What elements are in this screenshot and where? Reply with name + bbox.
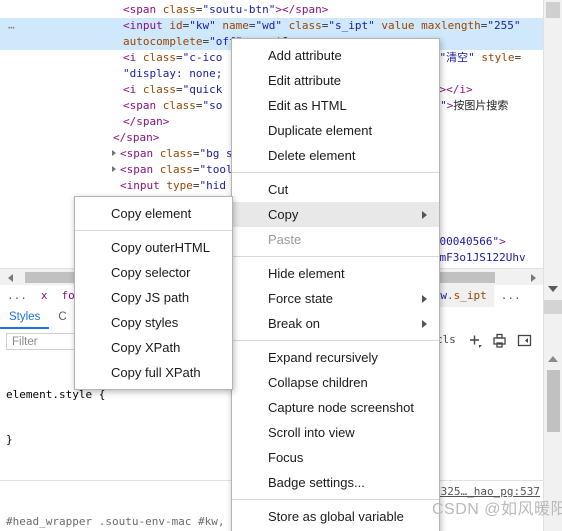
menu-item-label: Copy selector: [111, 265, 191, 280]
menu-item-capture-node-screenshot[interactable]: Capture node screenshot: [232, 395, 439, 420]
menu-item-label: Store as global variable: [268, 509, 404, 524]
menu-item-label: Copy XPath: [111, 340, 181, 355]
menu-item-label: Cut: [268, 182, 289, 197]
menu-item-label: Copy element: [111, 206, 192, 221]
menu-item-label: Force state: [268, 291, 334, 306]
menu-item-copy-xpath[interactable]: Copy XPath: [75, 335, 232, 360]
tab-styles[interactable]: Styles: [0, 307, 50, 329]
menu-item-focus[interactable]: Focus: [232, 445, 439, 470]
menu-item-label: Collapse children: [268, 375, 368, 390]
tab-active-underline: [0, 327, 50, 329]
submenu-arrow-icon: [422, 211, 427, 219]
tab-styles-label: Styles: [9, 311, 41, 323]
menu-item-copy-full-xpath[interactable]: Copy full XPath: [75, 360, 232, 385]
submenu-arrow-icon: [422, 295, 427, 303]
expand-triangle-icon[interactable]: [112, 150, 116, 156]
menu-item-badge-settings[interactable]: Badge settings...: [232, 470, 439, 495]
menu-item-label: Badge settings...: [268, 475, 365, 490]
menu-item-copy[interactable]: Copy: [232, 202, 439, 227]
menu-item-label: Edit attribute: [268, 73, 341, 88]
menu-separator: [232, 340, 439, 341]
menu-item-label: Paste: [268, 232, 302, 247]
menu-separator: [232, 172, 439, 173]
menu-item-break-on[interactable]: Break on: [232, 311, 439, 336]
menu-item-cut[interactable]: Cut: [232, 177, 439, 202]
menu-item-add-attribute[interactable]: Add attribute: [232, 43, 439, 68]
menu-item-label: Expand recursively: [268, 350, 378, 365]
tab-computed[interactable]: C: [49, 307, 75, 326]
plus-icon[interactable]: [466, 332, 483, 349]
panel-toggle-icon[interactable]: [516, 332, 533, 349]
copy-submenu[interactable]: Copy element Copy outerHTML Copy selector C…: [74, 196, 233, 390]
menu-item-copy-js-path[interactable]: Copy JS path: [75, 285, 232, 310]
styles-toolbar: :cls: [429, 332, 538, 349]
scroll-left-arrow-icon[interactable]: [8, 274, 13, 282]
menu-item-force-state[interactable]: Force state: [232, 286, 439, 311]
scroll-right-arrow-icon[interactable]: [531, 274, 536, 282]
menu-item-label: Hide element: [268, 266, 345, 281]
print-icon[interactable]: [491, 332, 508, 349]
menu-item-edit-as-html[interactable]: Edit as HTML: [232, 93, 439, 118]
menu-item-label: Break on: [268, 316, 321, 331]
menu-item-store-as-global-variable[interactable]: Store as global variable: [232, 504, 439, 529]
menu-item-label: Edit as HTML: [268, 98, 347, 113]
menu-item-copy-outerhtml[interactable]: Copy outerHTML: [75, 235, 232, 260]
menu-item-label: Copy outerHTML: [111, 240, 210, 255]
breadcrumb-item-overflow[interactable]: ...: [0, 285, 34, 307]
menu-item-copy-selector[interactable]: Copy selector: [75, 260, 232, 285]
menu-item-copy-element[interactable]: Copy element: [75, 201, 232, 226]
menu-item-label: Duplicate element: [268, 123, 373, 138]
menu-item-duplicate-element[interactable]: Duplicate element: [232, 118, 439, 143]
menu-separator: [232, 499, 439, 500]
dom-node-context-menu[interactable]: Add attribute Edit attribute Edit as HTML D…: [231, 38, 440, 531]
menu-item-label: Copy: [268, 207, 299, 222]
menu-item-copy-styles[interactable]: Copy styles: [75, 310, 232, 335]
breadcrumb-class: .s_ipt: [447, 289, 487, 302]
menu-item-delete-element[interactable]: Delete element: [232, 143, 439, 168]
vertical-scrollbar[interactable]: [543, 0, 562, 531]
menu-item-hide-element[interactable]: Hide element: [232, 261, 439, 286]
watermark: CSDN @如风暖阳: [432, 501, 562, 518]
scrollbar-thumb-top[interactable]: [546, 2, 560, 18]
menu-item-label: Add attribute: [268, 48, 342, 63]
menu-item-scroll-into-view[interactable]: Scroll into view: [232, 420, 439, 445]
menu-item-collapse-children[interactable]: Collapse children: [232, 370, 439, 395]
menu-item-label: Copy full XPath: [111, 365, 201, 380]
menu-separator: [75, 230, 232, 231]
dom-line[interactable]: <input id="kw" name="wd" class="s_ipt" v…: [0, 18, 544, 34]
menu-item-label: Scroll into view: [268, 425, 355, 440]
menu-item-expand-recursively[interactable]: Expand recursively: [232, 345, 439, 370]
breadcrumb-item-x[interactable]: x: [34, 285, 55, 307]
scroll-down-arrow-icon[interactable]: [548, 286, 558, 292]
menu-item-edit-attribute[interactable]: Edit attribute: [232, 68, 439, 93]
devtools-screenshot: ⋯ <span class="soutu-btn"></span> <input…: [0, 0, 562, 531]
menu-separator: [232, 256, 439, 257]
menu-item-label: Copy styles: [111, 315, 179, 330]
expand-triangle-icon[interactable]: [112, 166, 116, 172]
menu-item-label: Copy JS path: [111, 290, 190, 305]
scrollbar-thumb[interactable]: [547, 370, 560, 432]
submenu-arrow-icon: [422, 320, 427, 328]
menu-item-paste: Paste: [232, 227, 439, 252]
menu-item-label: Capture node screenshot: [268, 400, 414, 415]
scroll-up-arrow-icon[interactable]: [548, 356, 558, 362]
dom-line[interactable]: <span class="soutu-btn"></span>: [0, 2, 544, 18]
scrollbar-corner: [544, 300, 562, 314]
menu-item-label: Delete element: [268, 148, 356, 163]
breadcrumb-item-overflow-right[interactable]: ...: [494, 285, 528, 307]
menu-item-label: Focus: [268, 450, 304, 465]
